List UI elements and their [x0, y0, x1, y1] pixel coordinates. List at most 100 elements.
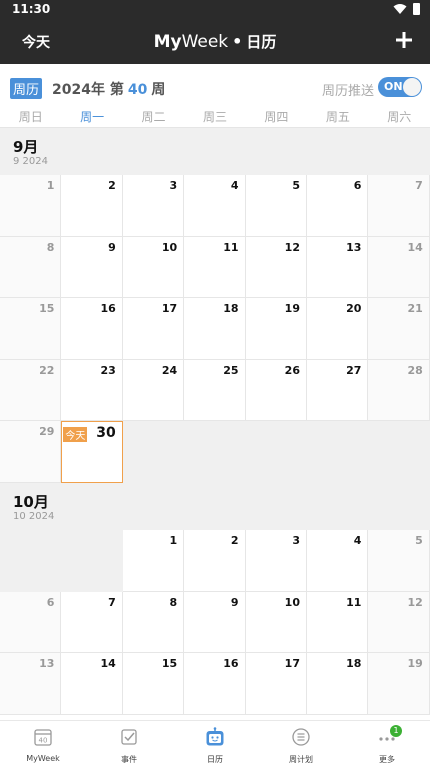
day-cell[interactable]: 22 — [0, 359, 62, 422]
tab-events[interactable]: 事件 — [86, 721, 172, 766]
day-cell[interactable]: 7 — [61, 591, 123, 654]
day-number: 13 — [39, 657, 55, 671]
day-number: 12 — [407, 595, 423, 609]
weekday-thu: 周四 — [264, 110, 289, 124]
day-cell[interactable]: 24 — [122, 359, 185, 422]
tab-label: 事件 — [121, 755, 137, 764]
day-cell[interactable]: 16 — [61, 298, 123, 360]
day-number: 22 — [39, 363, 55, 377]
push-toggle[interactable]: ON — [378, 77, 422, 97]
day-cell[interactable]: 10 — [122, 236, 185, 299]
day-number: 23 — [100, 363, 116, 377]
weekday-header: 周日 周一 周二 周三 周四 周五 周六 — [0, 108, 430, 128]
day-number: 5 — [415, 534, 423, 547]
day-cell[interactable]: 20 — [307, 298, 369, 360]
day-cell[interactable]: 6 — [0, 591, 62, 654]
tab-week-plan[interactable]: 周计划 — [258, 721, 344, 766]
day-cell[interactable]: 3 — [245, 530, 307, 592]
day-cell[interactable]: 19 — [368, 653, 430, 715]
day-cell[interactable]: 17 — [122, 298, 185, 360]
calendar-40-icon: 40 — [34, 729, 52, 746]
day-cell-today[interactable]: 今天 30 — [61, 421, 123, 483]
tab-label: 周计划 — [289, 755, 313, 764]
day-cell[interactable]: 11 — [184, 236, 246, 299]
day-number: 8 — [169, 595, 178, 609]
toggle-knob — [403, 78, 421, 96]
app-header: 今天 MyWeek • 日历 — [0, 20, 430, 64]
day-cell[interactable]: 14 — [368, 236, 430, 299]
day-number: 3 — [169, 179, 178, 192]
battery-icon — [413, 3, 420, 15]
day-cell[interactable]: 5 — [368, 530, 430, 592]
day-cell[interactable]: 9 — [184, 591, 246, 654]
empty-cell — [368, 421, 430, 483]
day-number: 30 — [96, 425, 116, 442]
day-cell[interactable]: 8 — [0, 236, 62, 299]
wifi-icon — [393, 4, 407, 14]
day-number: 14 — [407, 240, 423, 254]
week-calendar-badge[interactable]: 周历 — [10, 78, 43, 99]
day-cell[interactable]: 7 — [368, 175, 430, 237]
month-name: 9月 — [13, 138, 39, 156]
day-cell[interactable]: 15 — [122, 653, 185, 715]
robot-calendar-icon — [206, 727, 224, 746]
day-cell[interactable]: 17 — [245, 653, 307, 715]
day-cell[interactable]: 19 — [245, 298, 307, 360]
tab-calendar[interactable]: 日历 — [172, 721, 258, 766]
day-cell[interactable]: 21 — [368, 298, 430, 360]
calendar-icon-text: 40 — [39, 737, 48, 745]
day-cell[interactable]: 6 — [307, 175, 369, 237]
day-cell[interactable]: 29 — [0, 421, 62, 483]
day-cell[interactable]: 14 — [61, 653, 123, 715]
day-cell[interactable]: 12 — [245, 236, 307, 299]
tab-bar: 40 MyWeek 事件 日历 周计划 1 更多 — [0, 720, 430, 766]
day-cell[interactable]: 2 — [184, 530, 246, 592]
day-cell[interactable]: 2 — [61, 175, 123, 237]
day-cell[interactable]: 18 — [307, 653, 369, 715]
tab-more[interactable]: 1 更多 — [344, 721, 430, 766]
day-number: 29 — [39, 425, 55, 439]
day-cell[interactable]: 25 — [184, 359, 246, 422]
checkbox-icon — [121, 729, 137, 745]
day-cell[interactable]: 18 — [184, 298, 246, 360]
day-cell[interactable]: 23 — [61, 359, 123, 422]
tab-label: MyWeek — [26, 754, 60, 763]
day-number: 1 — [46, 179, 55, 192]
day-cell[interactable]: 1 — [0, 175, 62, 237]
day-cell[interactable]: 28 — [368, 359, 430, 422]
day-number: 8 — [46, 240, 55, 254]
day-cell[interactable]: 16 — [184, 653, 246, 715]
day-number: 16 — [223, 657, 239, 671]
day-number: 17 — [161, 302, 178, 316]
day-cell[interactable]: 9 — [61, 236, 123, 299]
day-cell[interactable]: 13 — [307, 236, 369, 299]
title-week: Week — [181, 32, 229, 52]
week-label: 2024年 第 40 周 — [52, 79, 165, 99]
day-cell[interactable]: 26 — [245, 359, 307, 422]
day-number: 11 — [346, 595, 362, 609]
add-icon[interactable] — [392, 28, 416, 52]
day-cell[interactable]: 12 — [368, 591, 430, 654]
title-my: My — [153, 32, 182, 52]
day-number: 15 — [39, 302, 55, 316]
day-cell[interactable]: 10 — [245, 591, 307, 654]
day-cell[interactable]: 15 — [0, 298, 62, 360]
day-cell[interactable]: 8 — [122, 591, 185, 654]
day-number: 16 — [100, 302, 116, 316]
month-year: 9 2024 — [13, 156, 48, 167]
day-cell[interactable]: 1 — [122, 530, 185, 592]
day-number: 12 — [284, 240, 300, 254]
day-number: 9 — [108, 240, 116, 254]
day-number: 28 — [407, 363, 423, 377]
day-cell[interactable]: 27 — [307, 359, 369, 422]
list-icon — [292, 728, 310, 746]
day-cell[interactable]: 3 — [122, 175, 185, 237]
day-number: 2 — [108, 179, 116, 192]
day-cell[interactable]: 4 — [307, 530, 369, 592]
day-cell[interactable]: 5 — [245, 175, 307, 237]
day-cell[interactable]: 11 — [307, 591, 369, 654]
day-number: 19 — [407, 657, 423, 671]
day-cell[interactable]: 13 — [0, 653, 62, 715]
day-cell[interactable]: 4 — [184, 175, 246, 237]
tab-myweek[interactable]: 40 MyWeek — [0, 721, 86, 766]
